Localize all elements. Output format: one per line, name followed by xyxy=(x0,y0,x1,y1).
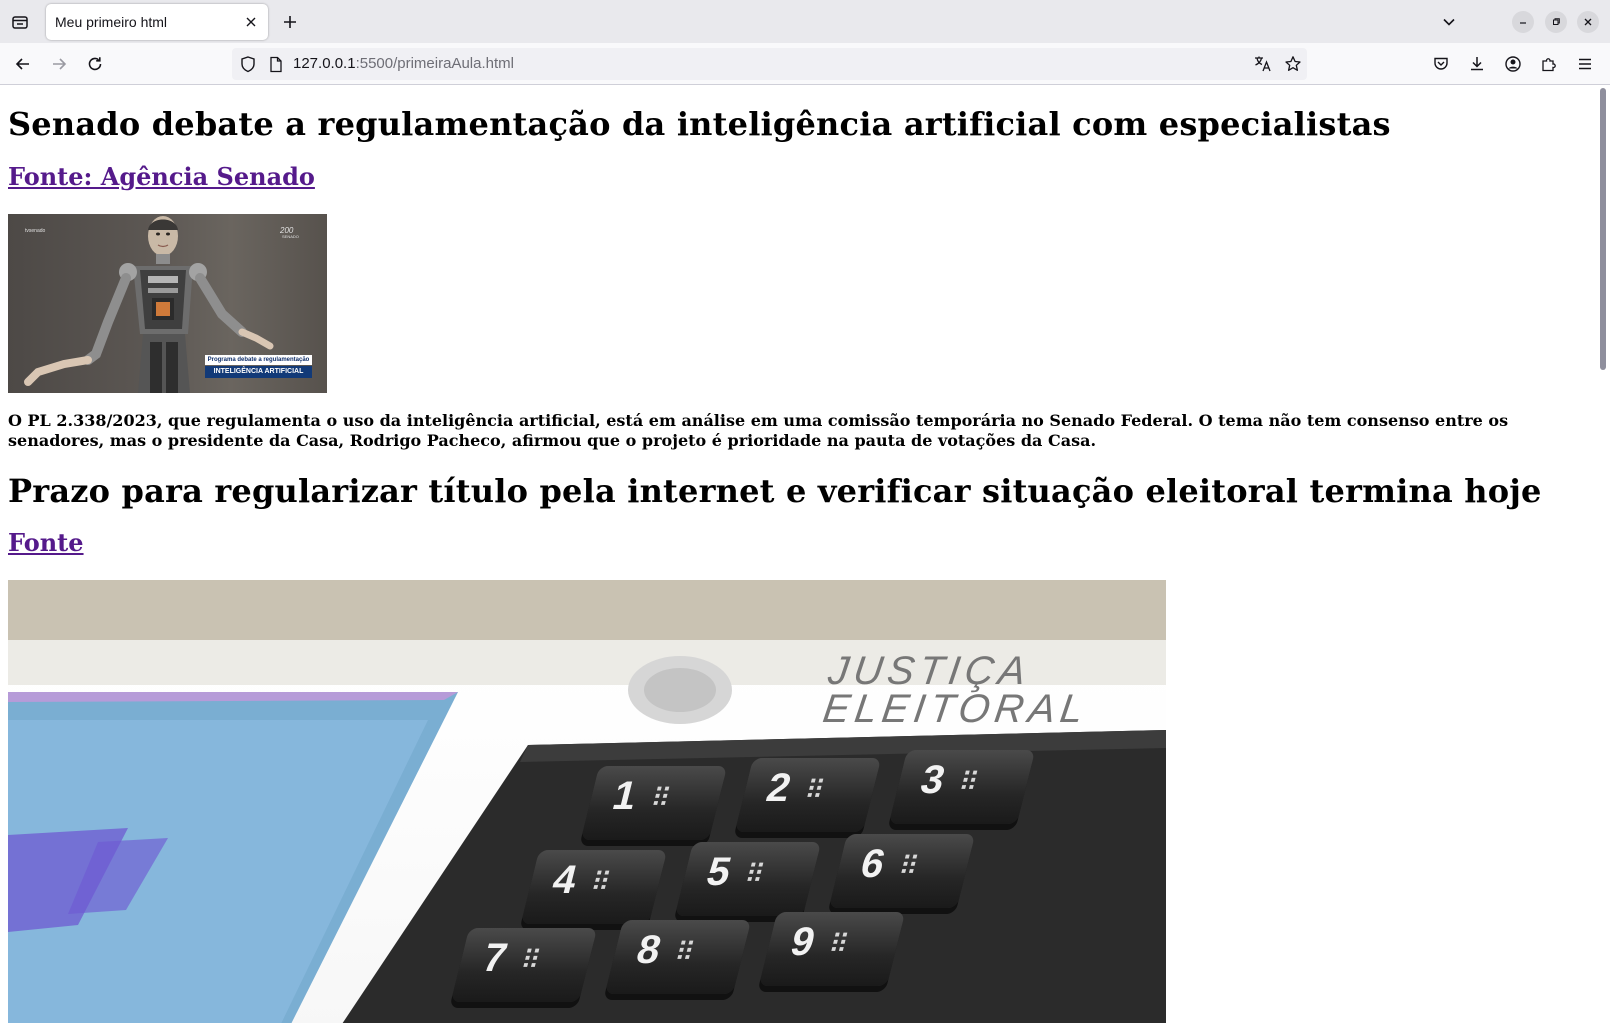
svg-text:SENADO: SENADO xyxy=(282,234,299,239)
url-path: :5500/primeiraAula.html xyxy=(355,55,514,72)
braille-dots: ⠿ xyxy=(801,776,828,806)
keypad-key-5: 5 ⠿ xyxy=(674,842,822,916)
url-host: 127.0.0.1 xyxy=(293,55,356,72)
reload-button[interactable] xyxy=(80,49,110,79)
tracking-protection-shield-icon[interactable] xyxy=(238,54,258,74)
page-info-icon[interactable] xyxy=(266,54,286,74)
keypad-key-4: 4 ⠿ xyxy=(520,850,668,924)
address-bar[interactable]: 127.0.0.1:5500/primeiraAula.html xyxy=(232,48,1307,80)
close-icon xyxy=(1584,18,1592,26)
list-all-tabs-button[interactable] xyxy=(1435,8,1463,36)
braille-dots: ⠿ xyxy=(517,946,544,976)
tab-bar: Meu primeiro html xyxy=(0,0,1610,43)
article-1-source-heading: Fonte: Agência Senado xyxy=(8,162,315,191)
puzzle-icon xyxy=(1542,58,1556,72)
pocket-icon xyxy=(1434,57,1448,70)
url-text[interactable]: 127.0.0.1:5500/primeiraAula.html xyxy=(293,55,514,72)
translate-icon[interactable] xyxy=(1252,54,1274,74)
keypad-key-label: 4 xyxy=(548,858,582,902)
voting-machine-keypad: 1 ⠿ 2 ⠿ 3 ⠿ 4 ⠿ 5 ⠿ 6 ⠿ 7 ⠿ 8 ⠿ 9 ⠿ xyxy=(8,580,1166,1023)
plus-icon xyxy=(284,16,296,28)
back-button[interactable] xyxy=(8,49,38,79)
voting-machine-image: JUSTIÇA ELEITORAL 1 ⠿ 2 ⠿ 3 ⠿ 4 ⠿ 5 ⠿ 6 ⠿ 7 ⠿ 8 ⠿ 9 ⠿ xyxy=(8,580,1166,1023)
keypad-key-3: 3 ⠿ xyxy=(888,750,1036,824)
tab-title: Meu primeiro html xyxy=(55,14,168,30)
navigation-toolbar: 127.0.0.1:5500/primeiraAula.html xyxy=(0,43,1610,85)
keypad-key-9: 9 ⠿ xyxy=(758,912,906,986)
robot-caption-line-2: INTELIGÊNCIA ARTIFICIAL xyxy=(205,366,312,378)
arrow-left-icon xyxy=(15,58,29,70)
braille-dots: ⠿ xyxy=(895,852,922,882)
scrollbar-thumb[interactable] xyxy=(1600,88,1606,370)
account-icon xyxy=(1505,56,1521,72)
restore-icon xyxy=(1553,18,1560,25)
keypad-key-label: 5 xyxy=(702,850,736,894)
keypad-key-label: 7 xyxy=(478,936,512,980)
keypad-key-label: 8 xyxy=(632,928,666,972)
close-window-button[interactable] xyxy=(1577,11,1599,33)
app-menu-button[interactable] xyxy=(1570,49,1600,79)
pocket-button[interactable] xyxy=(1426,49,1456,79)
minimize-button[interactable] xyxy=(1512,11,1534,33)
chevron-down-icon xyxy=(1443,18,1455,26)
keypad-key-label: 6 xyxy=(856,842,890,886)
article-2-source-link[interactable]: Fonte xyxy=(8,528,84,557)
hamburger-menu-icon xyxy=(1579,58,1591,70)
keypad-key-1: 1 ⠿ xyxy=(580,766,728,840)
tab-close-button[interactable] xyxy=(242,13,260,31)
robot-image-caption: Programa debate a regulamentação INTELIG… xyxy=(205,355,312,379)
article-2-source-heading: Fonte xyxy=(8,528,84,557)
keypad-key-label: 3 xyxy=(916,758,950,802)
keypad-key-label: 9 xyxy=(786,920,820,964)
svg-text:tvsenado: tvsenado xyxy=(25,228,46,234)
extensions-button[interactable] xyxy=(1534,49,1564,79)
braille-dots: ⠿ xyxy=(825,930,852,960)
braille-dots: ⠿ xyxy=(647,784,674,814)
keypad-key-6: 6 ⠿ xyxy=(828,834,976,908)
tab-list-icon xyxy=(12,16,28,29)
robot-caption-line-1: Programa debate a regulamentação xyxy=(205,355,312,365)
braille-dots: ⠿ xyxy=(955,768,982,798)
article-2-title: Prazo para regularizar título pela inter… xyxy=(8,472,1542,510)
keypad-key-label: 1 xyxy=(608,774,642,818)
account-button[interactable] xyxy=(1498,49,1528,79)
forward-button[interactable] xyxy=(44,49,74,79)
article-1-source-link[interactable]: Fonte: Agência Senado xyxy=(8,162,315,191)
minimize-icon xyxy=(1520,22,1526,24)
keypad-key-8: 8 ⠿ xyxy=(604,920,752,994)
braille-dots: ⠿ xyxy=(587,868,614,898)
keypad-key-2: 2 ⠿ xyxy=(734,758,882,832)
article-1-summary: O PL 2.338/2023, que regulamenta o uso d… xyxy=(8,411,1509,450)
tab-list-button[interactable] xyxy=(6,8,34,36)
braille-dots: ⠿ xyxy=(671,938,698,968)
robot-image: tvsenado 200 SENADO Programa debate a re… xyxy=(8,214,327,393)
downloads-button[interactable] xyxy=(1462,49,1492,79)
braille-dots: ⠿ xyxy=(741,860,768,890)
bookmark-star-icon[interactable] xyxy=(1282,54,1304,74)
download-icon xyxy=(1471,57,1483,71)
new-tab-button[interactable] xyxy=(276,8,304,36)
article-1-title: Senado debate a regulamentação da inteli… xyxy=(8,105,1391,143)
page-content: Senado debate a regulamentação da inteli… xyxy=(0,86,1596,1023)
restore-button[interactable] xyxy=(1545,11,1567,33)
tab-meu-primeiro-html[interactable]: Meu primeiro html xyxy=(46,4,268,40)
keypad-key-label: 2 xyxy=(762,766,796,810)
keypad-key-7: 7 ⠿ xyxy=(450,928,598,1002)
close-icon xyxy=(246,17,256,27)
reload-icon xyxy=(88,57,102,71)
arrow-right-icon xyxy=(53,58,67,70)
